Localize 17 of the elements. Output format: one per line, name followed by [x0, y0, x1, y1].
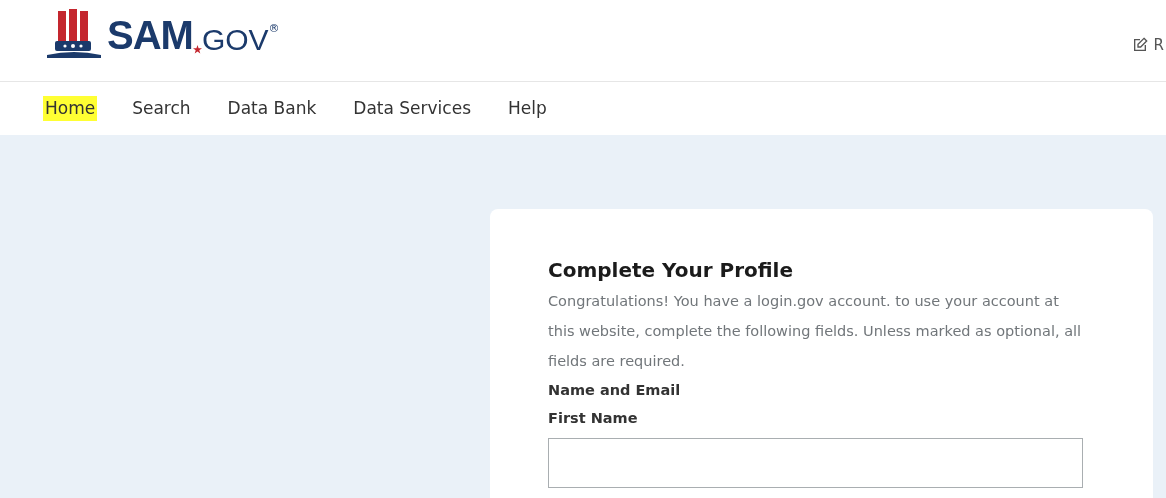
nav-link[interactable]: Data Bank — [227, 95, 317, 122]
intro-paragraph: Congratulations! You have a login.gov account. to use your account at this website, complete the following fields. Unless marked as optional, all fields are required. — [548, 292, 1083, 371]
registered-mark: ® — [268, 23, 280, 34]
header-link[interactable]: R — [1153, 34, 1164, 57]
nav-link[interactable]: Data Services — [353, 95, 471, 122]
hat-logo-icon — [45, 9, 103, 61]
nav-link[interactable]: Home — [43, 95, 98, 122]
first-name-field[interactable] — [548, 438, 1083, 488]
field-label: First Name — [548, 409, 639, 428]
nav-link[interactable]: Search — [132, 95, 191, 122]
logo-domain: GOV — [201, 25, 269, 55]
section-label: Name and Email — [548, 381, 682, 400]
card-title: Complete Your Profile — [548, 257, 795, 284]
nav-link[interactable]: Help — [508, 95, 547, 122]
edit-icon[interactable] — [1131, 37, 1148, 54]
logo-wordmark: SAM — [107, 15, 193, 55]
star-icon — [192, 45, 202, 54]
